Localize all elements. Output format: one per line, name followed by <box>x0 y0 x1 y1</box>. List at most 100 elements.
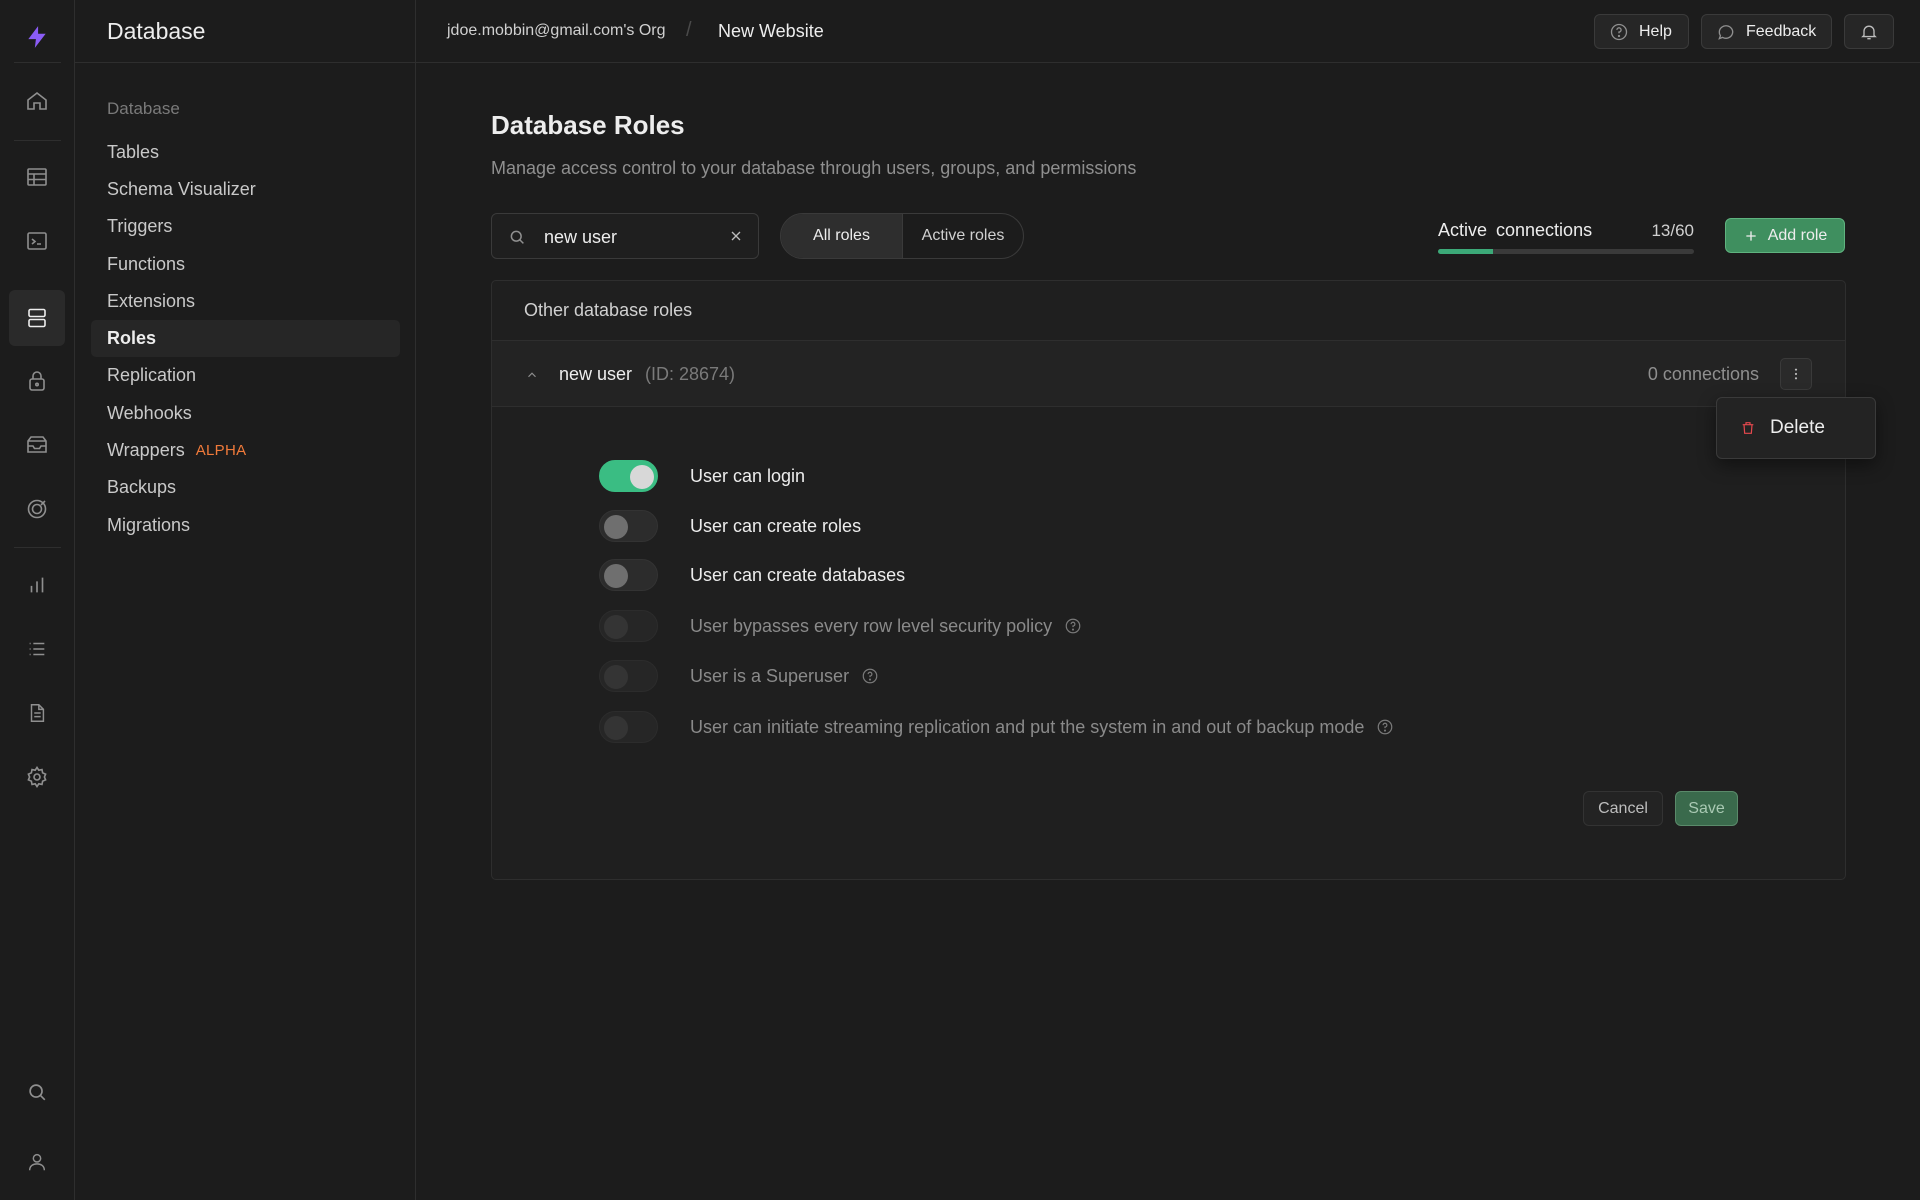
help-icon[interactable] <box>1376 718 1394 736</box>
page-title: Database Roles <box>491 110 685 140</box>
add-role-label: Add role <box>1767 226 1828 244</box>
roles-card: Other database roles new user (ID: 28674… <box>491 280 1846 880</box>
sidebar-item-label: Wrappers <box>107 440 185 460</box>
sidebar-item-replication[interactable]: Replication <box>91 357 400 394</box>
auth-icon[interactable] <box>17 361 57 401</box>
sidebar-item-label: Roles <box>107 328 157 348</box>
role-actions-dropdown: Delete <box>1716 397 1876 459</box>
sidebar-item-roles[interactable]: Roles <box>91 320 400 357</box>
permission-label: User can create roles <box>690 515 862 536</box>
logs-icon[interactable] <box>17 629 57 669</box>
sidebar-item-triggers[interactable]: Triggers <box>91 208 400 245</box>
role-connections: 0 connections <box>1647 364 1759 384</box>
breadcrumb-org[interactable]: jdoe.mobbin@gmail.com's Org <box>447 22 666 40</box>
permission-superuser: User is a Superuser <box>599 660 879 692</box>
save-button[interactable]: Save <box>1675 791 1738 826</box>
search-icon[interactable] <box>17 1072 57 1112</box>
delete-menu-item[interactable]: Delete <box>1725 406 1867 450</box>
help-label: Help <box>1639 22 1672 40</box>
sidebar-item-extensions[interactable]: Extensions <box>91 283 400 320</box>
sidebar-item-label: Backups <box>107 477 177 497</box>
active-connections-label: Active connections <box>1438 220 1593 240</box>
toggle-knob <box>604 716 628 740</box>
toggle-bypass-rls <box>599 610 658 642</box>
toggle-knob <box>630 465 654 489</box>
database-icon[interactable] <box>9 290 65 346</box>
help-button[interactable]: Help <box>1594 14 1689 49</box>
reports-icon[interactable] <box>17 565 57 605</box>
sidebar-item-label: Schema Visualizer <box>107 179 256 199</box>
bell-icon <box>1859 22 1879 42</box>
permission-label: User can create databases <box>690 564 906 585</box>
filter-all-roles[interactable]: All roles <box>781 214 903 258</box>
sidebar-item-label: Replication <box>107 365 197 385</box>
sidebar-item-label: Webhooks <box>107 403 192 423</box>
notifications-button[interactable] <box>1844 14 1894 49</box>
permission-can-login: User can login <box>599 460 805 492</box>
section-title-text: Other database roles <box>524 300 693 320</box>
toggle-can-create-roles[interactable] <box>599 510 658 542</box>
search-input[interactable] <box>544 224 714 250</box>
filter-active-roles[interactable]: Active roles <box>903 214 1023 258</box>
permission-label: User can login <box>690 465 806 486</box>
sidebar-item-schema-visualizer[interactable]: Schema Visualizer <box>91 171 400 208</box>
sidebar-group-label: Database <box>107 99 180 118</box>
permission-label: User can initiate streaming replication … <box>690 716 1365 737</box>
section-title: Other database roles <box>492 281 1845 341</box>
feedback-button[interactable]: Feedback <box>1701 14 1832 49</box>
toggle-can-login[interactable] <box>599 460 658 492</box>
toggle-knob <box>604 665 628 689</box>
help-icon[interactable] <box>1064 617 1082 635</box>
rail-divider <box>14 62 61 63</box>
help-icon[interactable] <box>861 667 879 685</box>
sidebar-item-label: Triggers <box>107 216 173 236</box>
page-description: Manage access control to your database t… <box>491 158 1137 178</box>
active-connections-count: 13/60 <box>1651 221 1694 240</box>
sidebar-item-label: Tables <box>107 142 160 162</box>
sidebar-item-webhooks[interactable]: Webhooks <box>91 395 400 432</box>
sidebar-item-label: Migrations <box>107 515 191 535</box>
alpha-badge: ALPHA <box>195 442 247 459</box>
toggle-knob <box>604 515 628 539</box>
plus-icon <box>1743 228 1759 244</box>
icon-rail <box>0 0 75 1200</box>
user-icon[interactable] <box>17 1142 57 1182</box>
logo-icon[interactable] <box>17 17 57 57</box>
role-menu-button[interactable] <box>1780 358 1812 390</box>
breadcrumb-separator: / <box>686 19 692 41</box>
toggle-knob <box>604 564 628 588</box>
storage-icon[interactable] <box>17 425 57 465</box>
sidebar-item-backups[interactable]: Backups <box>91 469 400 506</box>
cancel-button[interactable]: Cancel <box>1583 791 1663 826</box>
role-row[interactable]: new user (ID: 28674) 0 connections <box>492 341 1845 407</box>
permission-label: User bypasses every row level security p… <box>690 615 1053 636</box>
role-name: new user <box>559 364 633 384</box>
table-editor-icon[interactable] <box>17 157 57 197</box>
sidebar-item-tables[interactable]: Tables <box>91 134 400 171</box>
more-vertical-icon <box>1788 366 1804 382</box>
sidebar-item-migrations[interactable]: Migrations <box>91 507 400 544</box>
role-search <box>491 213 759 259</box>
docs-icon[interactable] <box>17 693 57 733</box>
permission-can-create-databases: User can create databases <box>599 559 905 591</box>
sidebar-item-functions[interactable]: Functions <box>91 246 400 283</box>
connections-progress-bar <box>1438 249 1694 254</box>
toggle-can-create-databases[interactable] <box>599 559 658 591</box>
rail-divider <box>14 547 61 548</box>
rail-divider <box>14 140 61 141</box>
connections-progress-fill <box>1438 249 1494 254</box>
clear-search-icon[interactable] <box>728 228 744 244</box>
settings-icon[interactable] <box>17 757 57 797</box>
chevron-up-icon[interactable] <box>525 368 539 382</box>
realtime-icon[interactable] <box>17 489 57 529</box>
permission-can-create-roles: User can create roles <box>599 510 861 542</box>
breadcrumb-project[interactable]: New Website <box>718 21 824 42</box>
sidebar-item-wrappers[interactable]: Wrappers ALPHA <box>91 432 400 469</box>
chat-bubble-icon <box>1716 22 1736 42</box>
feedback-label: Feedback <box>1746 22 1817 40</box>
home-icon[interactable] <box>17 81 57 121</box>
sql-editor-icon[interactable] <box>17 221 57 261</box>
sidebar-item-label: Extensions <box>107 291 196 311</box>
sidebar-item-label: Functions <box>107 254 186 274</box>
add-role-button[interactable]: Add role <box>1725 218 1845 253</box>
